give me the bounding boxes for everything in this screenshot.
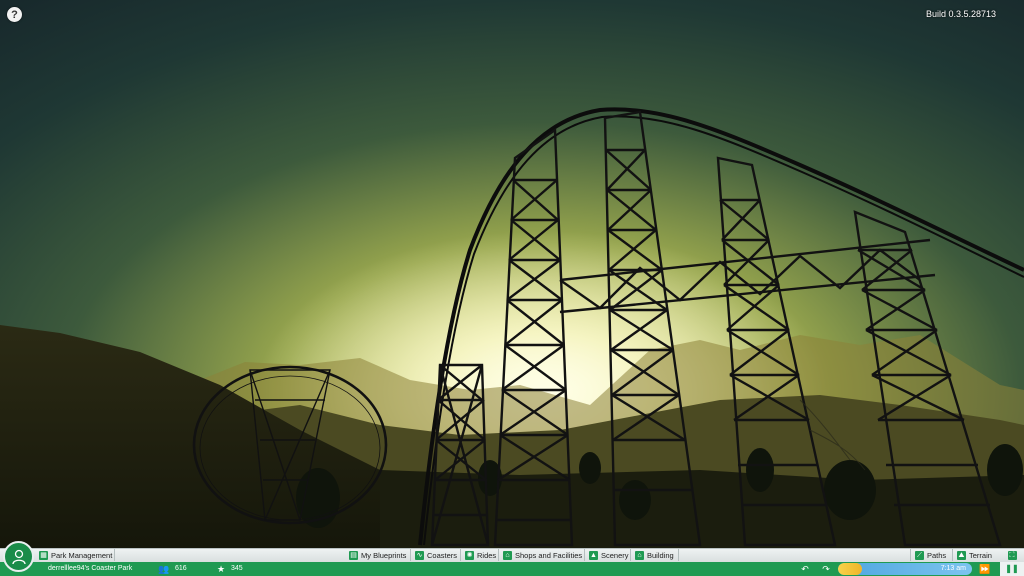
- undo-icon: ↶: [801, 564, 809, 574]
- terrain-button[interactable]: ⛰ Terrain: [954, 548, 995, 562]
- coaster-icon: ∿: [415, 550, 424, 560]
- toolbar-divider: [114, 549, 115, 561]
- blueprint-icon: ▤: [349, 550, 358, 560]
- park-icon: ▦: [39, 550, 48, 560]
- park-name: derrelllee94's Coaster Park: [48, 565, 133, 572]
- my-blueprints-button[interactable]: ▤ My Blueprints: [346, 548, 409, 562]
- toolbar-divider: [952, 549, 953, 561]
- toolbar-divider: [410, 549, 411, 561]
- tree-icon: ▲: [589, 550, 598, 560]
- coasters-button[interactable]: ∿ Coasters: [412, 548, 460, 562]
- building-button[interactable]: ⌂ Building: [632, 548, 677, 562]
- paths-button[interactable]: ⟋ Paths: [912, 548, 949, 562]
- toolbar-divider: [630, 549, 631, 561]
- toolbar-divider: [584, 549, 585, 561]
- toolbar-divider: [460, 549, 461, 561]
- player-avatar[interactable]: [3, 541, 34, 572]
- undo-button[interactable]: ↶: [796, 562, 814, 576]
- build-version: Build 0.3.5.28713: [925, 9, 996, 19]
- game-viewport[interactable]: [0, 0, 1024, 576]
- fast-forward-button[interactable]: ⏩: [976, 562, 994, 576]
- pause-button[interactable]: ❚❚: [1000, 562, 1024, 576]
- scenery-button[interactable]: ▲ Scenery: [586, 548, 632, 562]
- mountain-icon: ⛰: [957, 550, 966, 560]
- toolbar-divider: [678, 549, 679, 561]
- fast-forward-icon: ⏩: [979, 564, 991, 574]
- rides-button[interactable]: ✺ Rides: [462, 548, 499, 562]
- redo-icon: ↷: [822, 564, 830, 574]
- person-icon: [11, 549, 26, 564]
- time-of-day-bar: 7:13 am: [838, 563, 972, 575]
- expand-toolbar-button[interactable]: ⛶: [1000, 548, 1024, 562]
- sun-progress-icon: [838, 563, 862, 575]
- ferris-wheel-icon: ✺: [465, 550, 474, 560]
- redo-button[interactable]: ↷: [817, 562, 835, 576]
- shops-facilities-button[interactable]: ⌂ Shops and Facilities: [500, 548, 585, 562]
- help-button[interactable]: ?: [7, 7, 22, 22]
- building-icon: ⌂: [635, 550, 644, 560]
- people-icon: 👥: [158, 564, 170, 574]
- park-management-button[interactable]: ▦ Park Management: [36, 548, 115, 562]
- park-rating: 345: [231, 565, 243, 572]
- star-icon: ★: [216, 564, 226, 574]
- expand-icon: ⛶: [1007, 550, 1017, 560]
- shop-icon: ⌂: [503, 550, 512, 560]
- pause-icon: ❚❚: [1005, 564, 1019, 573]
- time-of-day: 7:13 am: [940, 565, 966, 572]
- toolbar-divider: [498, 549, 499, 561]
- guest-count: 616: [175, 565, 187, 572]
- path-icon: ⟋: [915, 550, 924, 560]
- toolbar-divider: [910, 549, 911, 561]
